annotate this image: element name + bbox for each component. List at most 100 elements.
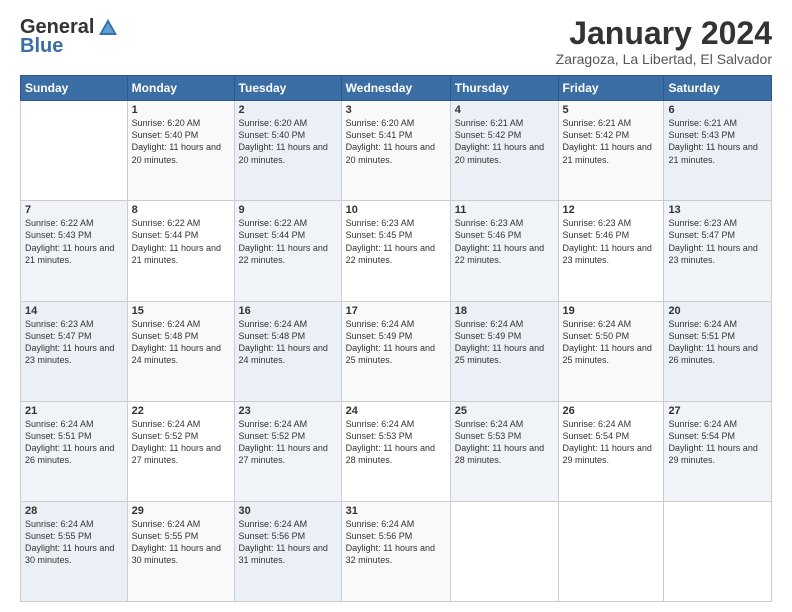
day-number: 7: [25, 204, 123, 216]
day-number: 15: [132, 305, 230, 317]
col-friday: Friday: [558, 76, 664, 101]
col-thursday: Thursday: [450, 76, 558, 101]
page: General Blue January 2024 Zaragoza, La L…: [0, 0, 792, 612]
calendar-cell: 27Sunrise: 6:24 AM Sunset: 5:54 PM Dayli…: [664, 401, 772, 501]
calendar-cell: 4Sunrise: 6:21 AM Sunset: 5:42 PM Daylig…: [450, 101, 558, 201]
calendar-cell: 13Sunrise: 6:23 AM Sunset: 5:47 PM Dayli…: [664, 201, 772, 301]
calendar-cell: 24Sunrise: 6:24 AM Sunset: 5:53 PM Dayli…: [341, 401, 450, 501]
day-info: Sunrise: 6:20 AM Sunset: 5:40 PM Dayligh…: [239, 117, 337, 166]
calendar-table: Sunday Monday Tuesday Wednesday Thursday…: [20, 75, 772, 602]
day-number: 24: [346, 405, 446, 417]
calendar-cell: 6Sunrise: 6:21 AM Sunset: 5:43 PM Daylig…: [664, 101, 772, 201]
calendar-cell: 14Sunrise: 6:23 AM Sunset: 5:47 PM Dayli…: [21, 301, 128, 401]
col-monday: Monday: [127, 76, 234, 101]
day-info: Sunrise: 6:24 AM Sunset: 5:50 PM Dayligh…: [563, 318, 660, 367]
day-number: 20: [668, 305, 767, 317]
day-number: 6: [668, 104, 767, 116]
calendar-cell: [450, 501, 558, 601]
day-info: Sunrise: 6:21 AM Sunset: 5:42 PM Dayligh…: [563, 117, 660, 166]
calendar-cell: 25Sunrise: 6:24 AM Sunset: 5:53 PM Dayli…: [450, 401, 558, 501]
calendar-week-row: 14Sunrise: 6:23 AM Sunset: 5:47 PM Dayli…: [21, 301, 772, 401]
day-info: Sunrise: 6:24 AM Sunset: 5:53 PM Dayligh…: [346, 418, 446, 467]
calendar-cell: 12Sunrise: 6:23 AM Sunset: 5:46 PM Dayli…: [558, 201, 664, 301]
day-info: Sunrise: 6:24 AM Sunset: 5:54 PM Dayligh…: [668, 418, 767, 467]
logo: General Blue: [20, 16, 120, 58]
day-number: 2: [239, 104, 337, 116]
day-number: 19: [563, 305, 660, 317]
day-number: 31: [346, 505, 446, 517]
calendar-cell: 9Sunrise: 6:22 AM Sunset: 5:44 PM Daylig…: [234, 201, 341, 301]
calendar-cell: 17Sunrise: 6:24 AM Sunset: 5:49 PM Dayli…: [341, 301, 450, 401]
calendar-cell: 29Sunrise: 6:24 AM Sunset: 5:55 PM Dayli…: [127, 501, 234, 601]
day-number: 18: [455, 305, 554, 317]
day-number: 21: [25, 405, 123, 417]
calendar-week-row: 7Sunrise: 6:22 AM Sunset: 5:43 PM Daylig…: [21, 201, 772, 301]
calendar-week-row: 28Sunrise: 6:24 AM Sunset: 5:55 PM Dayli…: [21, 501, 772, 601]
calendar-cell: 26Sunrise: 6:24 AM Sunset: 5:54 PM Dayli…: [558, 401, 664, 501]
day-info: Sunrise: 6:22 AM Sunset: 5:44 PM Dayligh…: [239, 217, 337, 266]
day-number: 29: [132, 505, 230, 517]
calendar-cell: 7Sunrise: 6:22 AM Sunset: 5:43 PM Daylig…: [21, 201, 128, 301]
calendar-cell: 22Sunrise: 6:24 AM Sunset: 5:52 PM Dayli…: [127, 401, 234, 501]
day-number: 27: [668, 405, 767, 417]
day-info: Sunrise: 6:24 AM Sunset: 5:49 PM Dayligh…: [346, 318, 446, 367]
day-number: 9: [239, 204, 337, 216]
day-number: 30: [239, 505, 337, 517]
day-number: 25: [455, 405, 554, 417]
day-info: Sunrise: 6:23 AM Sunset: 5:46 PM Dayligh…: [563, 217, 660, 266]
calendar-cell: 30Sunrise: 6:24 AM Sunset: 5:56 PM Dayli…: [234, 501, 341, 601]
day-number: 17: [346, 305, 446, 317]
day-info: Sunrise: 6:21 AM Sunset: 5:42 PM Dayligh…: [455, 117, 554, 166]
month-title: January 2024: [556, 16, 772, 51]
calendar-week-row: 21Sunrise: 6:24 AM Sunset: 5:51 PM Dayli…: [21, 401, 772, 501]
calendar-cell: 11Sunrise: 6:23 AM Sunset: 5:46 PM Dayli…: [450, 201, 558, 301]
day-info: Sunrise: 6:20 AM Sunset: 5:40 PM Dayligh…: [132, 117, 230, 166]
calendar-cell: 20Sunrise: 6:24 AM Sunset: 5:51 PM Dayli…: [664, 301, 772, 401]
day-number: 26: [563, 405, 660, 417]
day-info: Sunrise: 6:24 AM Sunset: 5:51 PM Dayligh…: [25, 418, 123, 467]
day-info: Sunrise: 6:24 AM Sunset: 5:53 PM Dayligh…: [455, 418, 554, 467]
day-info: Sunrise: 6:24 AM Sunset: 5:56 PM Dayligh…: [346, 518, 446, 567]
col-sunday: Sunday: [21, 76, 128, 101]
calendar-cell: 16Sunrise: 6:24 AM Sunset: 5:48 PM Dayli…: [234, 301, 341, 401]
day-info: Sunrise: 6:24 AM Sunset: 5:48 PM Dayligh…: [239, 318, 337, 367]
day-number: 1: [132, 104, 230, 116]
day-info: Sunrise: 6:24 AM Sunset: 5:55 PM Dayligh…: [25, 518, 123, 567]
calendar-cell: 1Sunrise: 6:20 AM Sunset: 5:40 PM Daylig…: [127, 101, 234, 201]
col-saturday: Saturday: [664, 76, 772, 101]
day-info: Sunrise: 6:22 AM Sunset: 5:43 PM Dayligh…: [25, 217, 123, 266]
day-number: 28: [25, 505, 123, 517]
calendar-cell: 3Sunrise: 6:20 AM Sunset: 5:41 PM Daylig…: [341, 101, 450, 201]
day-number: 8: [132, 204, 230, 216]
day-info: Sunrise: 6:20 AM Sunset: 5:41 PM Dayligh…: [346, 117, 446, 166]
day-info: Sunrise: 6:23 AM Sunset: 5:46 PM Dayligh…: [455, 217, 554, 266]
day-info: Sunrise: 6:24 AM Sunset: 5:51 PM Dayligh…: [668, 318, 767, 367]
calendar-cell: 19Sunrise: 6:24 AM Sunset: 5:50 PM Dayli…: [558, 301, 664, 401]
calendar-week-row: 1Sunrise: 6:20 AM Sunset: 5:40 PM Daylig…: [21, 101, 772, 201]
calendar-cell: 5Sunrise: 6:21 AM Sunset: 5:42 PM Daylig…: [558, 101, 664, 201]
calendar-cell: 8Sunrise: 6:22 AM Sunset: 5:44 PM Daylig…: [127, 201, 234, 301]
calendar-cell: 15Sunrise: 6:24 AM Sunset: 5:48 PM Dayli…: [127, 301, 234, 401]
day-info: Sunrise: 6:24 AM Sunset: 5:48 PM Dayligh…: [132, 318, 230, 367]
day-number: 22: [132, 405, 230, 417]
day-info: Sunrise: 6:24 AM Sunset: 5:56 PM Dayligh…: [239, 518, 337, 567]
day-number: 12: [563, 204, 660, 216]
calendar-cell: 10Sunrise: 6:23 AM Sunset: 5:45 PM Dayli…: [341, 201, 450, 301]
calendar-cell: [21, 101, 128, 201]
calendar-cell: [664, 501, 772, 601]
day-number: 16: [239, 305, 337, 317]
logo-icon: [97, 17, 119, 39]
calendar-cell: 2Sunrise: 6:20 AM Sunset: 5:40 PM Daylig…: [234, 101, 341, 201]
calendar-cell: 31Sunrise: 6:24 AM Sunset: 5:56 PM Dayli…: [341, 501, 450, 601]
calendar-cell: 21Sunrise: 6:24 AM Sunset: 5:51 PM Dayli…: [21, 401, 128, 501]
day-number: 13: [668, 204, 767, 216]
calendar-header-row: Sunday Monday Tuesday Wednesday Thursday…: [21, 76, 772, 101]
logo-blue: Blue: [20, 35, 63, 58]
calendar-cell: 18Sunrise: 6:24 AM Sunset: 5:49 PM Dayli…: [450, 301, 558, 401]
day-info: Sunrise: 6:22 AM Sunset: 5:44 PM Dayligh…: [132, 217, 230, 266]
day-number: 11: [455, 204, 554, 216]
day-number: 5: [563, 104, 660, 116]
calendar-cell: 23Sunrise: 6:24 AM Sunset: 5:52 PM Dayli…: [234, 401, 341, 501]
header: General Blue January 2024 Zaragoza, La L…: [20, 16, 772, 67]
day-info: Sunrise: 6:23 AM Sunset: 5:45 PM Dayligh…: [346, 217, 446, 266]
